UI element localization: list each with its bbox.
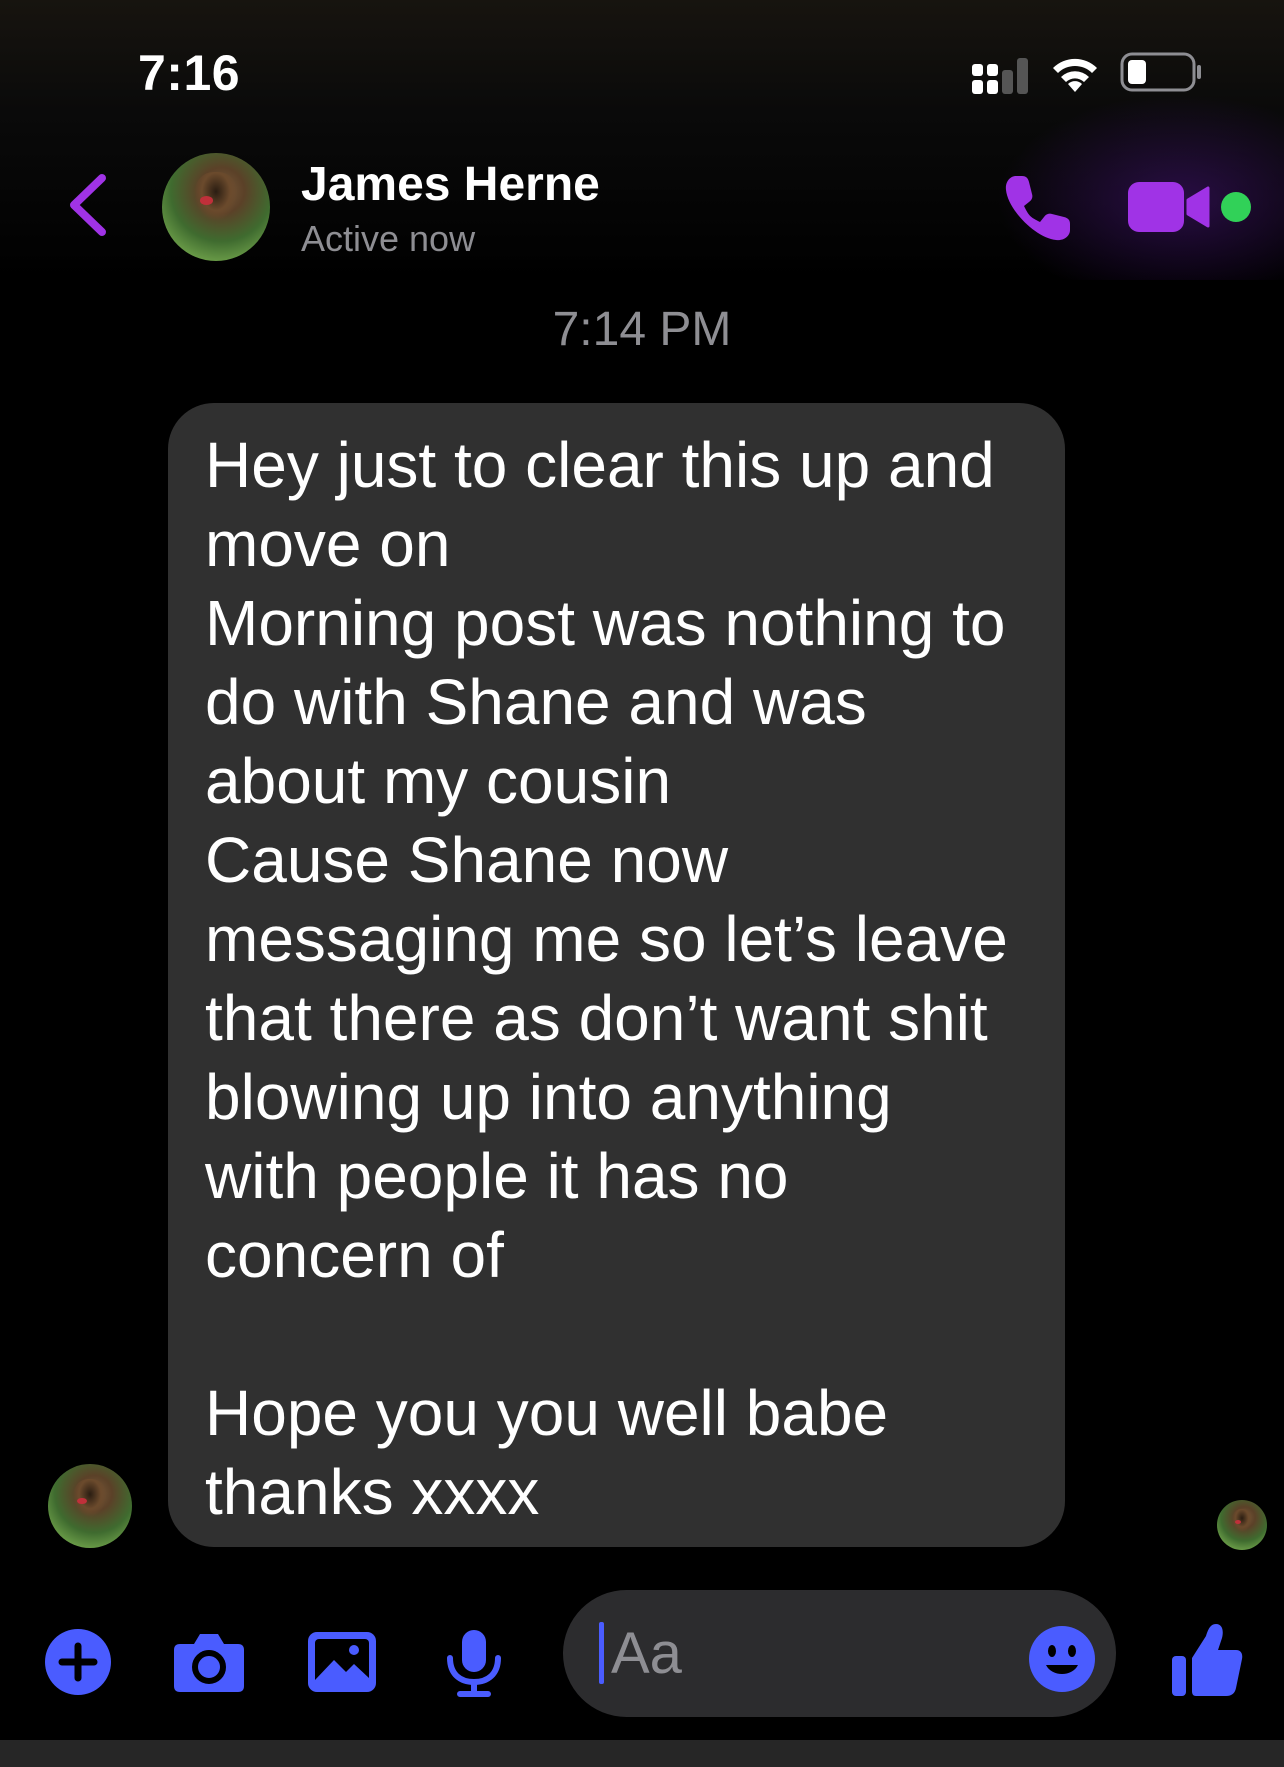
message-timestamp: 7:14 PM xyxy=(552,303,732,356)
contact-name[interactable]: James Herne xyxy=(301,157,600,212)
camera-icon[interactable] xyxy=(172,1630,246,1694)
image-icon[interactable] xyxy=(306,1630,378,1694)
contact-avatar[interactable] xyxy=(162,153,270,261)
online-indicator xyxy=(1221,192,1251,222)
contact-active-status: Active now xyxy=(301,218,476,259)
back-button[interactable] xyxy=(62,170,112,240)
video-camera-icon[interactable] xyxy=(1126,180,1212,234)
message-text: Hey just to clear this up and move on Mo… xyxy=(205,429,1008,1528)
status-bar-time: 7:16 xyxy=(138,45,241,101)
plus-icon[interactable] xyxy=(44,1628,112,1696)
cellular-signal-icon xyxy=(972,58,1028,94)
bottom-strip xyxy=(0,1740,1284,1767)
message-input-placeholder: Aa xyxy=(611,1621,682,1686)
phone-icon[interactable] xyxy=(1002,172,1074,244)
wifi-icon xyxy=(1053,58,1097,92)
text-cursor xyxy=(599,1622,604,1684)
message-bubble[interactable]: Hey just to clear this up and move on Mo… xyxy=(168,403,1065,1547)
sender-avatar[interactable] xyxy=(48,1464,132,1548)
thumbs-up-icon[interactable] xyxy=(1170,1622,1244,1698)
read-receipt-avatar xyxy=(1217,1500,1267,1550)
smiley-icon[interactable] xyxy=(1028,1625,1096,1693)
microphone-icon[interactable] xyxy=(444,1628,504,1698)
message-input[interactable]: Aa xyxy=(563,1590,1116,1717)
battery-icon xyxy=(1120,52,1201,92)
